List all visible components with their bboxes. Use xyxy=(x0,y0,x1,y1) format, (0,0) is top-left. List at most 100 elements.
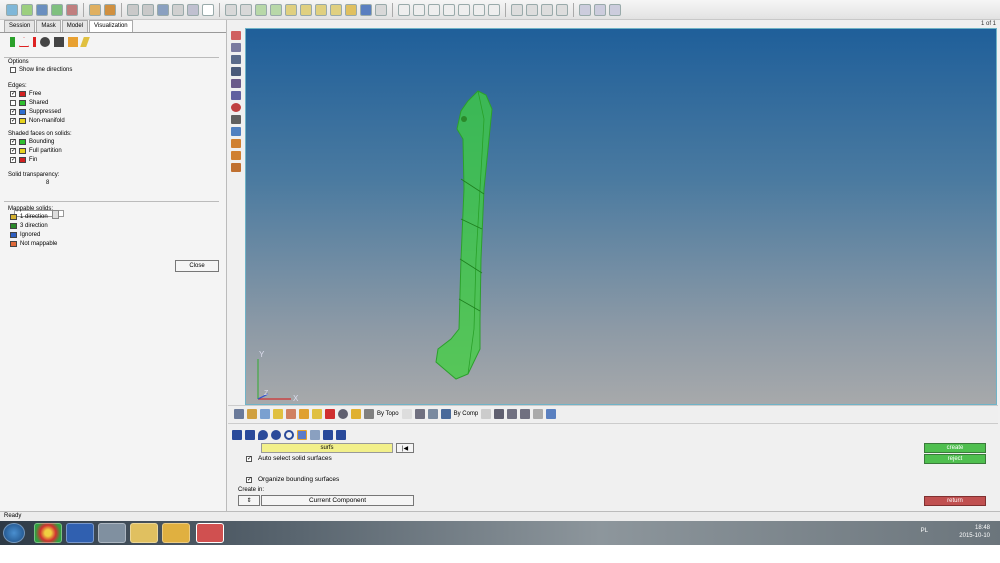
cylinder-icon[interactable] xyxy=(10,37,15,47)
model-icon[interactable] xyxy=(157,3,169,16)
arrow-right-icon[interactable] xyxy=(142,3,154,16)
fit-icon[interactable] xyxy=(458,3,470,16)
tab-visualization[interactable]: Visualization xyxy=(89,20,133,32)
surface-icon[interactable] xyxy=(247,409,257,419)
animate-icon[interactable] xyxy=(556,3,568,16)
reset-selection-button[interactable]: |◀ xyxy=(396,443,414,453)
tab-mask[interactable]: Mask xyxy=(36,20,61,32)
active-shield-icon[interactable] xyxy=(297,430,307,440)
zoom-window-icon[interactable] xyxy=(413,3,425,16)
reject-button[interactable]: reject xyxy=(924,454,986,464)
box-icon[interactable] xyxy=(172,3,184,16)
edge-free-swatch[interactable] xyxy=(19,90,26,97)
show-line-directions-checkbox[interactable] xyxy=(10,66,16,73)
model-icon[interactable] xyxy=(231,43,241,52)
color-icon[interactable] xyxy=(351,409,361,419)
element-icon[interactable] xyxy=(231,91,241,100)
edge-shared-swatch[interactable] xyxy=(19,99,26,106)
shield-icon[interactable] xyxy=(232,430,242,440)
wire-cube-icon[interactable] xyxy=(481,409,492,419)
close-button[interactable]: Close xyxy=(175,260,219,272)
layout-2-icon[interactable] xyxy=(594,3,606,16)
edge-nonmanifold-swatch[interactable] xyxy=(19,117,26,124)
shade-icon[interactable] xyxy=(231,55,241,64)
by-comp-label[interactable]: By Comp xyxy=(454,411,479,417)
view-front-icon[interactable] xyxy=(255,3,267,16)
diamond-icon[interactable] xyxy=(520,409,531,419)
edge-suppressed-checkbox[interactable]: ✓ xyxy=(10,108,16,115)
bounding-swatch[interactable] xyxy=(19,138,26,145)
search-icon[interactable] xyxy=(541,3,553,16)
solid-icon[interactable] xyxy=(40,37,50,47)
create-in-value-button[interactable]: Current Component xyxy=(261,495,414,506)
elem-icon[interactable] xyxy=(286,409,296,419)
component-icon[interactable] xyxy=(54,37,64,47)
rotate-icon[interactable] xyxy=(443,3,455,16)
fin-swatch[interactable] xyxy=(19,156,26,163)
tab-model[interactable]: Model xyxy=(61,20,89,32)
mesh-color-icon[interactable] xyxy=(68,37,78,47)
save-icon[interactable] xyxy=(36,3,48,16)
tree-icon[interactable] xyxy=(533,409,544,419)
edge-nonmanifold-checkbox[interactable]: ✓ xyxy=(10,117,16,124)
tools-icon[interactable] xyxy=(66,3,78,16)
filter-icon[interactable] xyxy=(312,409,322,419)
layout-1-icon[interactable] xyxy=(579,3,591,16)
active-app-icon[interactable] xyxy=(196,523,224,543)
system-clock[interactable]: 18:48 2015-10-10 xyxy=(959,524,990,540)
sphere-icon[interactable] xyxy=(271,430,281,440)
full-partition-swatch[interactable] xyxy=(19,147,26,154)
hand-icon[interactable] xyxy=(231,115,241,124)
graphics-viewport[interactable]: Y X Z xyxy=(245,28,997,405)
label-2-icon[interactable] xyxy=(231,151,241,160)
iso-icon[interactable] xyxy=(345,3,357,16)
mesh-mode-icon[interactable] xyxy=(401,409,412,419)
view-bottom-icon[interactable] xyxy=(330,3,342,16)
spline-icon[interactable] xyxy=(310,430,320,440)
edge-shared-checkbox[interactable] xyxy=(10,99,16,106)
label-icon[interactable] xyxy=(231,139,241,148)
shaded-mode-icon[interactable] xyxy=(414,409,425,419)
ruler-icon[interactable] xyxy=(231,31,241,40)
return-button[interactable]: return xyxy=(924,496,986,506)
lighting-icon[interactable] xyxy=(375,3,387,16)
edge-suppressed-swatch[interactable] xyxy=(19,108,26,115)
mesh-icon[interactable] xyxy=(21,3,33,16)
fin-checkbox[interactable]: ✓ xyxy=(10,156,16,163)
ruler-icon[interactable] xyxy=(225,3,237,16)
spin-icon[interactable] xyxy=(473,3,485,16)
center-icon[interactable] xyxy=(488,3,500,16)
cube-icon[interactable] xyxy=(427,409,438,419)
language-indicator[interactable]: PL xyxy=(921,528,928,534)
triangle-icon[interactable] xyxy=(19,37,29,47)
edge-free-checkbox[interactable]: ✓ xyxy=(10,90,16,97)
view-left-icon[interactable] xyxy=(285,3,297,16)
surfs-selector[interactable]: surfs xyxy=(261,443,393,453)
pan-icon[interactable] xyxy=(428,3,440,16)
solid-map-icon[interactable] xyxy=(323,430,333,440)
create-in-toggle[interactable]: ⇕ xyxy=(238,495,260,506)
bounding-checkbox[interactable]: ✓ xyxy=(10,138,16,145)
surface-icon[interactable] xyxy=(6,3,18,16)
tube-icon[interactable] xyxy=(336,430,346,440)
target-icon[interactable] xyxy=(231,103,241,112)
view-top-icon[interactable] xyxy=(315,3,327,16)
by-topo-label[interactable]: By Topo xyxy=(377,411,399,417)
monitor-icon[interactable] xyxy=(546,409,557,419)
plane-icon[interactable] xyxy=(507,409,518,419)
green-part-model[interactable] xyxy=(435,90,493,380)
arrow-left-icon[interactable] xyxy=(127,3,139,16)
exclamation-icon[interactable] xyxy=(33,37,36,47)
capture-icon[interactable] xyxy=(526,3,538,16)
view-back-icon[interactable] xyxy=(270,3,282,16)
torus-icon[interactable] xyxy=(284,430,294,440)
tab-session[interactable]: Session xyxy=(4,20,36,32)
layout-3-icon[interactable] xyxy=(609,3,621,16)
document-icon[interactable] xyxy=(66,523,94,543)
app-icon[interactable] xyxy=(98,523,126,543)
grid-icon[interactable] xyxy=(231,163,241,172)
prop-icon[interactable] xyxy=(299,409,309,419)
view-right-icon[interactable] xyxy=(300,3,312,16)
numbers-icon[interactable] xyxy=(231,127,241,136)
edit-icon[interactable] xyxy=(51,3,63,16)
